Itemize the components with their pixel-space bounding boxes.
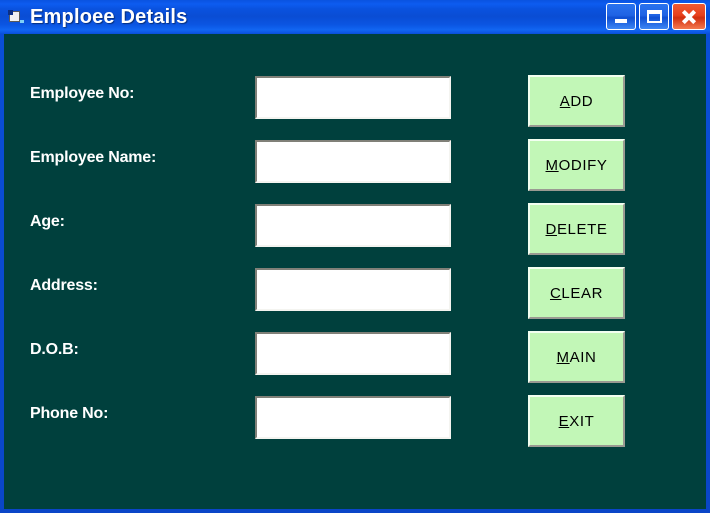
modify-button-label: ODIFY (558, 156, 608, 174)
add-button[interactable]: A DD (528, 75, 625, 127)
clear-button-label: LEAR (561, 284, 604, 302)
label-employee-name: Employee Name: (30, 149, 157, 166)
form-window: Emploee Details Employee No: Employee Na… (0, 0, 710, 513)
input-address[interactable] (255, 268, 451, 311)
app-root: Emploee Details Employee No: Employee Na… (0, 0, 710, 513)
label-age: Age: (30, 213, 65, 230)
input-age[interactable] (255, 204, 451, 247)
main-button[interactable]: M AIN (528, 331, 625, 383)
clear-button[interactable]: C LEAR (528, 267, 625, 319)
minimize-icon (615, 19, 627, 23)
close-button[interactable] (672, 3, 706, 30)
caption-button-group (606, 3, 706, 30)
exit-button-accel: E (558, 412, 570, 430)
delete-button-accel: D (545, 220, 557, 238)
main-button-label: AIN (569, 348, 597, 366)
window-title: Emploee Details (30, 6, 188, 28)
title-bar[interactable]: Emploee Details (0, 0, 710, 34)
label-dob: D.O.B: (30, 341, 79, 358)
modify-button[interactable]: M ODIFY (528, 139, 625, 191)
input-phone-no[interactable] (255, 396, 451, 439)
label-address: Address: (30, 277, 98, 294)
input-employee-no[interactable] (255, 76, 451, 119)
add-button-accel: A (559, 92, 571, 110)
main-button-accel: M (556, 348, 570, 366)
maximize-icon (647, 10, 662, 23)
modify-button-accel: M (545, 156, 559, 174)
label-employee-no: Employee No: (30, 85, 135, 102)
delete-button[interactable]: D ELETE (528, 203, 625, 255)
clear-button-accel: C (549, 284, 562, 302)
add-button-label: DD (570, 92, 594, 110)
delete-button-label: ELETE (556, 220, 608, 238)
label-phone-no: Phone No: (30, 405, 109, 422)
form-client-area: Employee No: Employee Name: Age: Address… (4, 34, 706, 509)
exit-button[interactable]: E XIT (528, 395, 625, 447)
input-dob[interactable] (255, 332, 451, 375)
minimize-button[interactable] (606, 3, 636, 30)
maximize-button[interactable] (639, 3, 669, 30)
exit-button-label: XIT (569, 412, 595, 430)
close-icon (673, 4, 705, 29)
input-employee-name[interactable] (255, 140, 451, 183)
form-document-icon[interactable] (8, 10, 24, 24)
